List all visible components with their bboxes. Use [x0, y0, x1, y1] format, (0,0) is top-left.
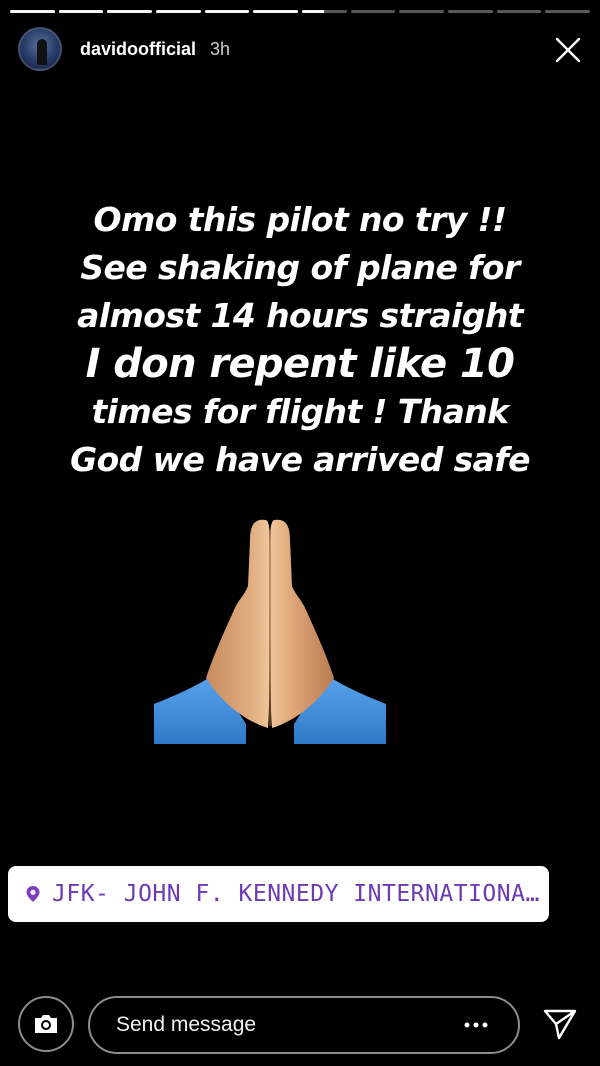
send-message-input[interactable]: Send message: [88, 996, 520, 1054]
caption-line: I don repent like 10: [85, 341, 515, 387]
location-text: JFK- JOHN F. KENNEDY INTERNATIONAL AI...: [52, 881, 542, 907]
progress-segment: [107, 10, 153, 13]
location-pin-icon: [26, 886, 40, 902]
avatar[interactable]: [18, 27, 62, 71]
camera-button[interactable]: [18, 996, 74, 1052]
progress-segment: [58, 10, 104, 13]
progress-segment: [545, 10, 591, 13]
progress-segment: [204, 10, 250, 13]
caption-line: See shaking of plane for: [80, 248, 520, 287]
caption-line: times for flight ! Thank: [91, 392, 510, 431]
more-options-icon[interactable]: [464, 1022, 488, 1028]
progress-segment: [399, 10, 445, 13]
story-caption: Omo this pilot no try !! See shaking of …: [0, 196, 600, 484]
story-header: davidoofficial 3h: [18, 26, 582, 72]
progress-segment: [350, 10, 396, 13]
progress-segment: [302, 10, 347, 13]
username[interactable]: davidoofficial: [80, 39, 196, 60]
folded-hands-icon: [154, 519, 386, 744]
send-message-placeholder: Send message: [116, 1013, 257, 1036]
post-time: 3h: [210, 38, 231, 59]
caption-line: almost 14 hours straight: [77, 296, 523, 335]
close-icon[interactable]: [554, 36, 582, 64]
story-reply-bar: Send message: [0, 996, 600, 1056]
caption-line: Omo this pilot no try !!: [93, 200, 508, 239]
progress-segment: [156, 10, 201, 13]
caption-line: God we have arrived safe: [70, 440, 530, 479]
progress-segment: [448, 10, 493, 13]
story-progress-bar: [10, 10, 591, 13]
progress-segment: [10, 10, 55, 13]
progress-segment: [496, 10, 542, 13]
location-sticker[interactable]: JFK- JOHN F. KENNEDY INTERNATIONAL AI...: [8, 866, 549, 922]
send-direct-icon[interactable]: [542, 1006, 578, 1042]
camera-icon: [35, 1015, 57, 1033]
progress-segment: [253, 10, 299, 13]
